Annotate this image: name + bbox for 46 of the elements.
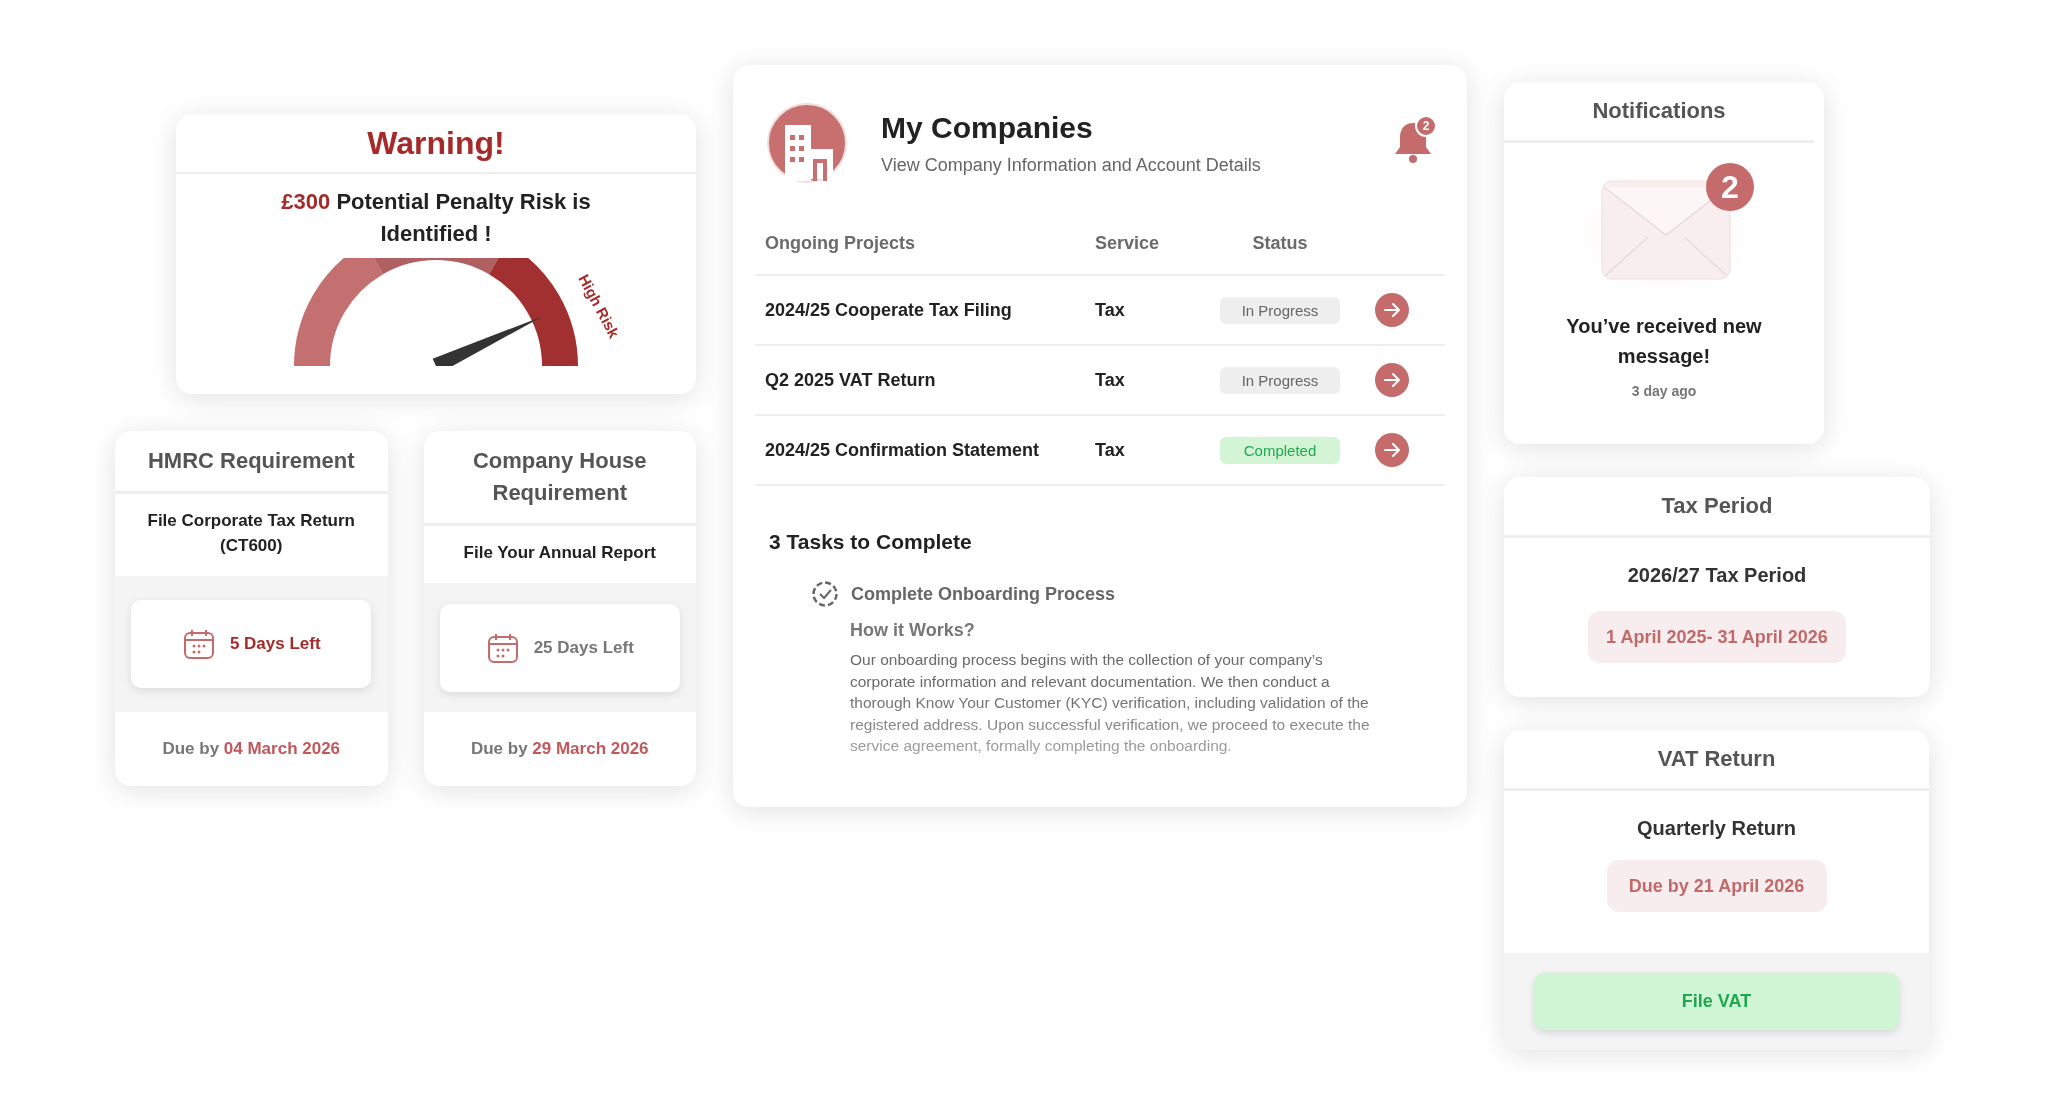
card-title: HMRC Requirement <box>115 431 388 494</box>
project-cell: Q2 2025 VAT Return <box>755 345 1085 415</box>
due-date: Due by 21 April 2026 <box>1606 860 1827 912</box>
arrow-button[interactable] <box>1375 433 1409 467</box>
card-title: Company House Requirement <box>423 431 696 526</box>
arrow-button[interactable] <box>1375 293 1409 327</box>
task-description: Our onboarding process begins with the collection of your company’s corporate information and relevant documentation. We then conduct a thorough Know Your Customer (KYC) verification, including validation of the registered address. Upon successful verification, we proceed to execute the service agreement, formally completing the onboarding. <box>850 650 1371 756</box>
card-title: Tax Period <box>1504 477 1930 538</box>
gauge-label: High Risk <box>575 271 623 341</box>
column-header: Status <box>1195 221 1365 275</box>
project-cell: 2024/25 Confirmation Statement <box>755 415 1085 485</box>
due-date: Due by 04 March 2026 <box>162 739 341 759</box>
check-circle-icon <box>811 580 839 608</box>
days-left: 25 Days Left <box>533 637 634 658</box>
status-badge: In Progress <box>1220 366 1340 394</box>
message-count-badge: 2 <box>1706 163 1754 211</box>
requirement-task: File Corporate Tax Return (CT600) <box>146 510 356 557</box>
service-cell: Tax <box>1085 275 1195 345</box>
task-subtitle: How it Works? <box>850 620 976 641</box>
tax-period-name: 2026/27 Tax Period <box>1626 564 1808 587</box>
card-title: Notifications <box>1504 82 1814 143</box>
project-cell: 2024/25 Cooperate Tax Filing <box>755 275 1085 345</box>
warning-title: Warning! <box>367 124 505 162</box>
notification-badge: 2 <box>1415 115 1437 137</box>
status-badge: In Progress <box>1220 296 1340 324</box>
due-date: Due by 29 March 2026 <box>470 739 649 759</box>
building-icon <box>767 103 847 183</box>
card-title: VAT Return <box>1504 730 1929 791</box>
status-badge: Completed <box>1220 436 1340 464</box>
requirement-task: File Your Annual Report <box>462 542 657 564</box>
tasks-heading: 3 Tasks to Complete <box>769 530 973 554</box>
days-left: 5 Days Left <box>229 634 321 654</box>
date-range: 1 April 2025- 31 April 2026 <box>1588 611 1846 663</box>
task-title[interactable]: Complete Onboarding Process <box>851 583 1116 605</box>
arrow-button[interactable] <box>1375 363 1409 397</box>
companies-subtitle: View Company Information and Account Details <box>881 154 1261 176</box>
notification-message: You’ve received new message! <box>1565 314 1763 369</box>
column-header: Service <box>1085 221 1195 275</box>
companies-title: My Companies <box>881 110 1094 145</box>
service-cell: Tax <box>1085 345 1195 415</box>
penalty-text: £300 Potential Penalty Risk is Identified ! <box>280 188 592 248</box>
calendar-icon <box>181 627 216 661</box>
service-cell: Tax <box>1085 415 1195 485</box>
column-header: Ongoing Projects <box>755 221 1085 275</box>
return-type: Quarterly Return <box>1636 817 1797 840</box>
notification-time: 3 day ago <box>1630 383 1698 399</box>
